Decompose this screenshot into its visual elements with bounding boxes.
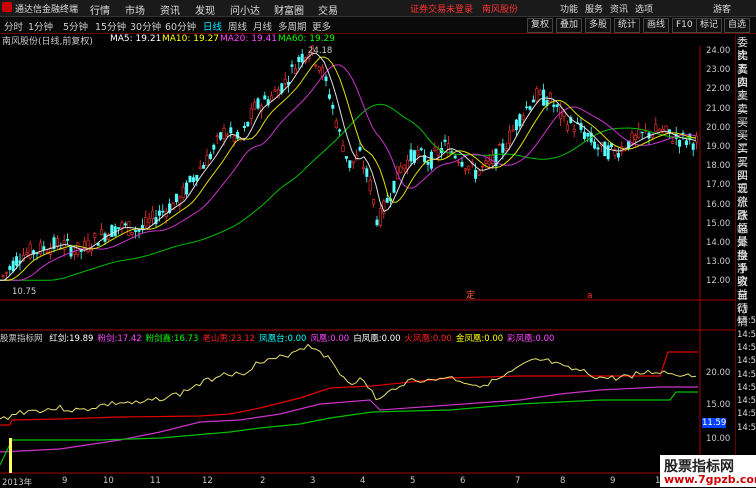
indicator-item-value: 0.00 [287,334,307,344]
indicator-item: 火凤凰:0.00 [405,334,452,344]
side-panel-item[interactable]: 14:50 [737,329,756,342]
indicator-item-label: 粉剑: [97,334,118,344]
date-tick: 12 [202,476,213,486]
indicator-item: 老山男:23.12 [202,334,255,344]
quote-side-panel[interactable]: 委比 卖五 卖四 卖三 卖二 卖一 买一 买二 买三 买四 买五 现价 涨跌 涨幅 总量 外盘 换手 净资 收益 自动… [735,34,756,487]
indicator-item: 金凤凰:0.00 [456,334,503,344]
price-tick: 22.00 [706,84,731,95]
indicator-item: 白凤凰:0.00 [353,334,400,344]
date-tick: 11 [150,476,161,486]
indicator-legend: 股票指标网 红剑:19.89 粉剑:17.42 粉剑鑫:16.73 老山男:23.12… [0,332,700,344]
indicator-tick: 11.59 [702,418,727,428]
indicator-item-value: 0.00 [484,334,504,344]
ma10-line [0,56,697,281]
price-tick: 15.00 [706,218,731,229]
date-tick: 2 [260,476,266,486]
indicator-item: 粉剑鑫:16.73 [146,334,199,344]
candlesticks [1,45,699,280]
price-tick: 18.00 [706,161,731,172]
watermark-url: www.7gpzb.com [664,473,756,486]
date-tick: 10 [103,476,114,486]
price-tick: 14.00 [706,238,731,248]
indicator-item-value: 19.89 [69,334,94,344]
ma20-line [0,64,697,281]
kline-chart[interactable]: 24.18 10.75 定 a [0,0,735,487]
high-price-label: 24.18 [308,46,332,56]
indicator-item-label: 粉剑鑫: [145,334,175,344]
indicator-item-label: 白凤凰: [353,334,382,344]
date-tick: 9 [62,476,68,486]
indicator-item-label: 老山男: [202,334,231,344]
side-panel-item[interactable]: 14:50 [737,355,756,368]
date-tick: 5 [410,476,416,486]
event-marker-a[interactable]: a [587,291,593,301]
indicator-item-label: 彩凤凰: [507,334,536,344]
indicator-item-value: 0.00 [381,334,401,344]
date-tick: 6 [460,476,466,486]
indicator-item-label: 金凤凰: [455,334,485,344]
date-tick: 9 [610,476,616,486]
price-tick: 24.00 [706,46,731,56]
ma5-line [0,52,697,281]
date-tick: 7 [515,476,521,486]
side-panel-item[interactable]: 14:50 [737,382,756,395]
price-tick: 19.00 [706,142,731,152]
indicator-yellow-line [0,343,697,421]
side-panel-item[interactable]: 14:50 [737,395,756,408]
indicator-item-value: 0.00 [432,334,452,344]
indicator-item-label: 凤凰: [310,334,331,344]
indicator-item-value: 16.73 [174,334,199,344]
price-tick: 20.00 [706,122,731,133]
price-tick: 21.00 [706,103,731,114]
indicator-item: 凤凰:0.00 [310,334,349,344]
price-tick: 13.00 [706,257,731,268]
indicator-tick: 15.00 [706,400,731,410]
date-tick: 8 [560,476,566,486]
indicator-item-value: 17.42 [117,334,142,344]
date-tick: 3 [310,476,316,486]
side-panel-item[interactable]: 14:50 [737,315,756,328]
price-tick: 23.00 [706,65,731,76]
low-price-label: 10.75 [12,287,36,297]
event-marker-ding[interactable]: 定 [466,289,475,301]
date-tick: 2013年 [2,478,33,488]
price-tick: 12.00 [706,276,731,287]
indicator-item-label: 火凤凰: [404,334,433,344]
indicator-item: 粉剑:17.42 [97,334,141,344]
side-panel-item[interactable]: 14:50 [737,408,756,421]
indicator-spike [9,438,12,473]
indicator-item: 彩凤凰:0.00 [507,334,554,344]
side-panel-item[interactable]: 14:50 [737,342,756,355]
price-tick: 16.00 [706,199,731,210]
indicator-item-value: 23.12 [230,334,256,344]
price-tick: 17.00 [706,180,731,191]
indicator-tick: 10.00 [706,434,731,444]
side-panel-item[interactable]: 14:50 [737,422,756,435]
side-panel-item[interactable]: 14:50 [737,369,756,382]
indicator-item-value: 0.00 [330,334,350,344]
date-tick: 4 [360,476,366,486]
indicator-item-label: 红剑: [49,334,70,344]
indicator-name: 股票指标网 [0,334,43,344]
indicator-item: 凤凰台:0.00 [259,334,306,344]
indicator-tick: 20.00 [706,368,731,378]
site-watermark: 股票指标网 www.7gpzb.com [660,455,756,487]
indicator-item-label: 凤凰台: [259,334,288,344]
indicator-pink-line [0,386,698,453]
indicator-red-line [0,351,698,426]
indicator-item: 红剑:19.89 [49,334,93,344]
indicator-green-line [0,391,698,466]
indicator-item-value: 0.00 [535,334,555,344]
